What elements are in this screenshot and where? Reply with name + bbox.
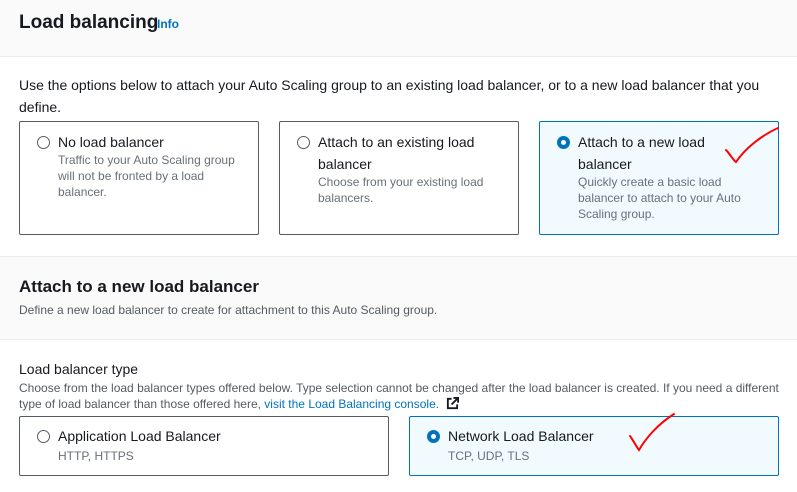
option-description: Choose from your existing load balancers… bbox=[318, 175, 484, 205]
option-label: Attach to a new load balancer bbox=[578, 134, 705, 172]
section-header: Load balancing Info bbox=[0, 0, 797, 57]
option-no-load-balancer[interactable]: No load balancer Traffic to your Auto Sc… bbox=[19, 121, 259, 235]
load-balancer-type-label: Load balancer type bbox=[19, 361, 139, 377]
load-balancer-type-description: Choose from the load balancer types offe… bbox=[19, 380, 779, 412]
radio-existing-load-balancer[interactable] bbox=[297, 136, 310, 149]
section-description: Define a new load balancer to create for… bbox=[19, 303, 438, 317]
option-protocols: TCP, UDP, TLS bbox=[448, 449, 530, 463]
external-link-icon[interactable] bbox=[446, 397, 460, 410]
radio-network-load-balancer[interactable] bbox=[427, 430, 440, 443]
section-title: Attach to a new load balancer bbox=[19, 277, 259, 296]
radio-new-load-balancer[interactable] bbox=[557, 136, 570, 149]
page-title: Load balancing bbox=[19, 12, 159, 33]
option-new-load-balancer[interactable]: Attach to a new load balancer Quickly cr… bbox=[539, 121, 779, 235]
radio-no-load-balancer[interactable] bbox=[37, 136, 50, 149]
load-balancing-console-link[interactable]: visit the Load Balancing console. bbox=[264, 397, 439, 411]
option-description: Quickly create a basic load balancer to … bbox=[578, 175, 741, 221]
option-application-load-balancer[interactable]: Application Load Balancer HTTP, HTTPS bbox=[19, 416, 389, 476]
option-label: Attach to an existing load balancer bbox=[318, 134, 475, 172]
option-label: Network Load Balancer bbox=[448, 428, 594, 444]
new-load-balancer-section: Attach to a new load balancer Define a n… bbox=[0, 256, 797, 340]
radio-application-load-balancer[interactable] bbox=[37, 430, 50, 443]
info-link[interactable]: Info bbox=[157, 17, 179, 31]
option-description: Traffic to your Auto Scaling group will … bbox=[58, 153, 235, 199]
intro-text: Use the options below to attach your Aut… bbox=[19, 77, 760, 115]
option-label: Application Load Balancer bbox=[58, 428, 221, 444]
option-label: No load balancer bbox=[58, 134, 164, 150]
option-network-load-balancer[interactable]: Network Load Balancer TCP, UDP, TLS bbox=[409, 416, 779, 476]
option-protocols: HTTP, HTTPS bbox=[58, 449, 134, 463]
option-existing-load-balancer[interactable]: Attach to an existing load balancer Choo… bbox=[279, 121, 519, 235]
